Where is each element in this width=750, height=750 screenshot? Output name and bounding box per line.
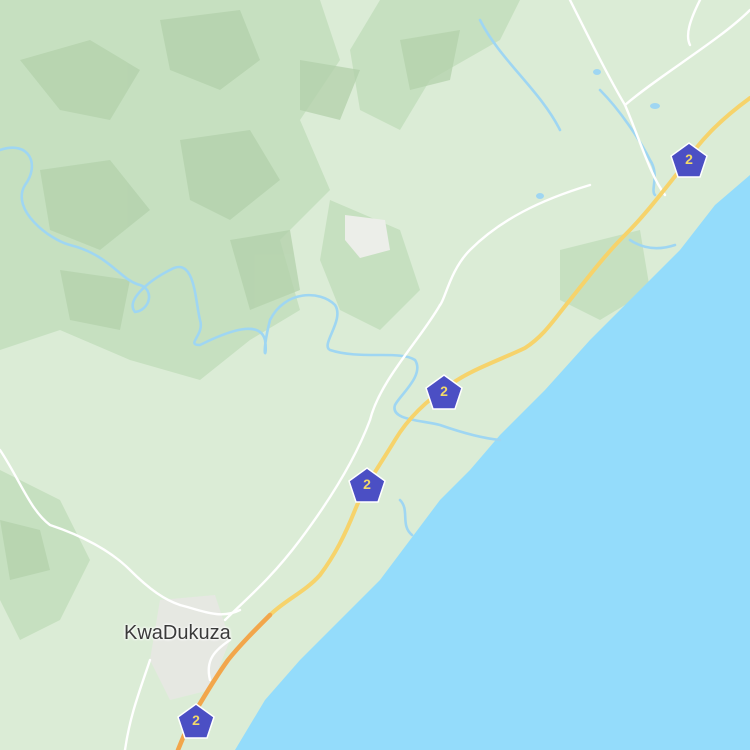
place-label-kwadukuza[interactable]: KwaDukuza [124, 622, 231, 645]
route-shield-n2[interactable]: 2 [348, 467, 386, 503]
route-shield-label: 2 [685, 151, 693, 167]
map-base-layer [0, 0, 750, 750]
route-shield-n2[interactable]: 2 [425, 374, 463, 410]
route-shield-n2[interactable]: 2 [177, 703, 215, 739]
route-shield-label: 2 [440, 383, 448, 399]
route-shield-label: 2 [192, 712, 200, 728]
map-canvas[interactable]: KwaDukuza 2 2 2 2 [0, 0, 750, 750]
route-shield-n2[interactable]: 2 [670, 142, 708, 178]
route-shield-label: 2 [363, 476, 371, 492]
